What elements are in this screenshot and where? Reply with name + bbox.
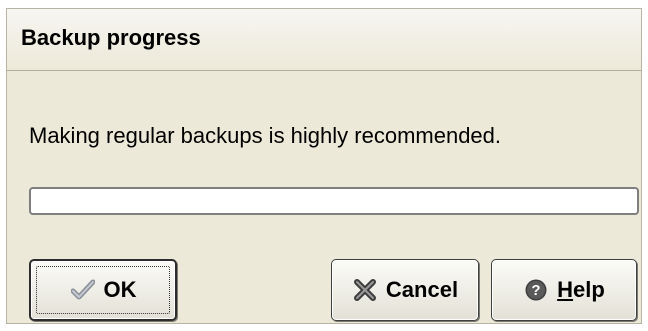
backup-progress-bar bbox=[29, 187, 639, 215]
x-icon bbox=[352, 277, 378, 303]
ok-label: OK bbox=[103, 277, 137, 302]
help-mnemonic: H bbox=[557, 277, 574, 302]
cancel-label: Cancel bbox=[385, 277, 459, 302]
checkmark-icon bbox=[70, 277, 96, 303]
cancel-button[interactable]: Cancel bbox=[331, 259, 479, 321]
backup-progress-dialog: Backup progress Making regular backups i… bbox=[6, 8, 642, 324]
help-button[interactable]: ? Help bbox=[491, 259, 637, 321]
help-label: Help bbox=[557, 277, 605, 303]
title-bar[interactable]: Backup progress bbox=[7, 9, 641, 71]
backup-message: Making regular backups is highly recomme… bbox=[29, 123, 502, 148]
dialog-title: Backup progress bbox=[21, 25, 201, 50]
svg-text:?: ? bbox=[532, 282, 541, 299]
dialog-body: Making regular backups is highly recomme… bbox=[7, 71, 641, 323]
question-icon: ? bbox=[523, 277, 549, 303]
help-label-rest: elp bbox=[573, 277, 605, 302]
ok-button[interactable]: OK bbox=[29, 259, 177, 321]
